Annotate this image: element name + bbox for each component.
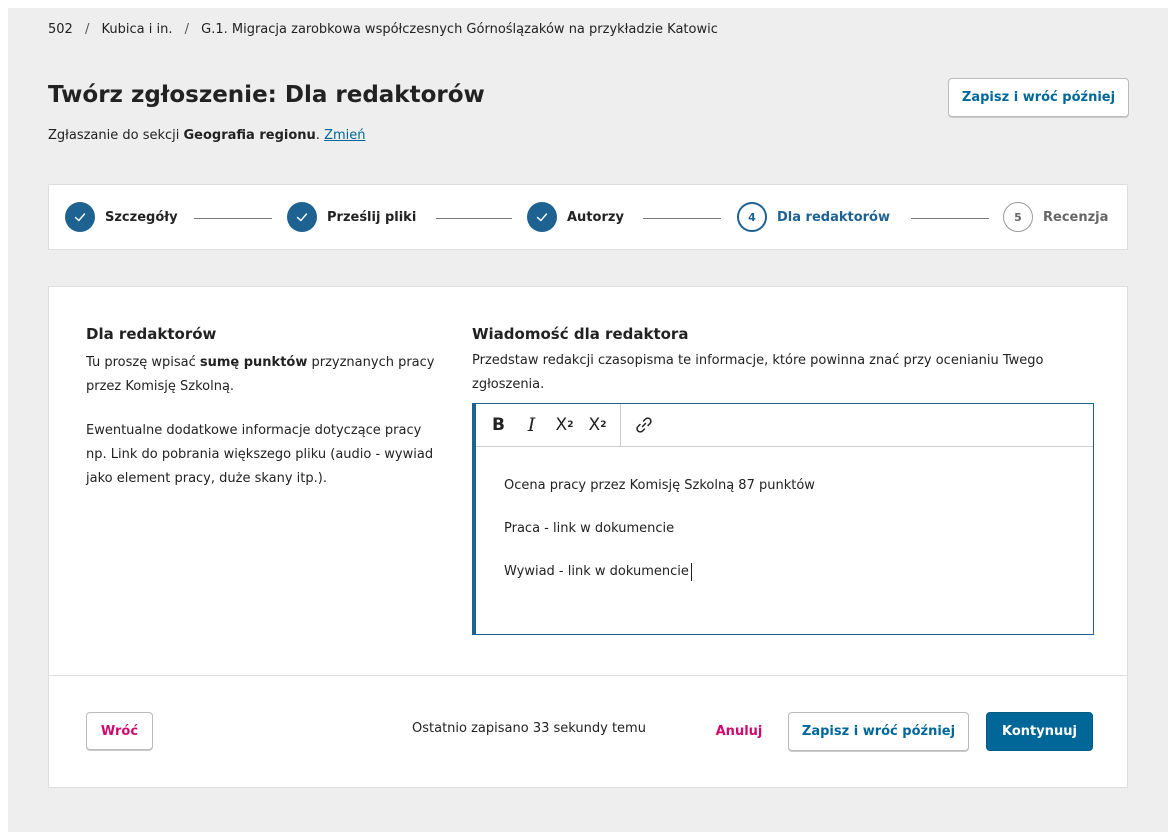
step-label: Recenzja xyxy=(1043,209,1109,225)
text-cursor xyxy=(690,562,692,581)
step-label: Szczegóły xyxy=(105,209,178,225)
editor-line-text: Wywiad - link w dokumencie xyxy=(504,564,689,579)
italic-button[interactable]: I xyxy=(515,409,548,442)
step-for-editors[interactable]: 4 Dla redaktorów xyxy=(737,202,890,232)
link-group xyxy=(621,404,666,446)
subscript-button[interactable]: X2 xyxy=(581,409,614,442)
superscript-mark: 2 xyxy=(567,420,574,430)
breadcrumb: 502 / Kubica i in. / G.1. Migracja zarob… xyxy=(48,22,718,37)
editor-line: Ocena pracy przez Komisję Szkolną 87 pun… xyxy=(504,478,815,493)
breadcrumb-item-title: G.1. Migracja zarobkowa współczesnych Gó… xyxy=(201,22,718,37)
superscript-glyph: X xyxy=(555,415,568,435)
step-check-icon xyxy=(287,202,317,232)
format-group: B I X2 X2 xyxy=(476,404,621,446)
help-text-bold: sumę punktów xyxy=(199,355,308,370)
bold-button[interactable]: B xyxy=(482,409,515,442)
step-review: 5 Recenzja xyxy=(1003,202,1108,232)
section-suffix: . xyxy=(315,128,325,143)
superscript-button[interactable]: X2 xyxy=(548,409,581,442)
message-label: Wiadomość dla redaktora xyxy=(472,325,689,343)
editor-line: Praca - link w dokumencie xyxy=(504,521,675,536)
step-upload-files[interactable]: Prześlij pliki xyxy=(287,202,416,232)
step-label: Dla redaktorów xyxy=(777,209,890,225)
link-icon[interactable] xyxy=(627,409,660,442)
step-number: 4 xyxy=(737,202,767,232)
continue-button[interactable]: Kontynuuj xyxy=(986,712,1093,751)
subscript-glyph: X xyxy=(588,415,601,435)
step-connector xyxy=(194,218,272,219)
section-info: Zgłaszanie do sekcji Geografia regionu. … xyxy=(48,128,365,143)
breadcrumb-separator: / xyxy=(184,22,189,37)
editor-toolbar: B I X2 X2 xyxy=(476,404,1093,447)
breadcrumb-item-authors[interactable]: Kubica i in. xyxy=(102,22,173,37)
section-name: Geografia regionu xyxy=(183,128,316,143)
help-paragraph-extra: Ewentualne dodatkowe informacje dotycząc… xyxy=(86,423,434,486)
subscript-mark: 2 xyxy=(600,420,607,430)
breadcrumb-separator: / xyxy=(84,22,90,37)
step-label: Prześlij pliki xyxy=(327,209,417,225)
page-background: 502 / Kubica i in. / G.1. Migracja zarob… xyxy=(8,8,1168,832)
help-column: Dla redaktorów Tu proszę wpisać sumę pun… xyxy=(86,325,436,511)
breadcrumb-item-id[interactable]: 502 xyxy=(48,22,73,37)
help-text: Tu proszę wpisać xyxy=(86,355,200,370)
editor-content[interactable]: Ocena pracy przez Komisję Szkolną 87 pun… xyxy=(476,447,1093,632)
step-connector xyxy=(911,218,989,219)
step-connector xyxy=(643,218,721,219)
change-section-link[interactable]: Zmień xyxy=(324,128,365,143)
message-description: Przedstaw redakcji czasopisma te informa… xyxy=(472,353,1044,392)
step-details[interactable]: Szczegóły xyxy=(65,202,178,232)
section-prefix: Zgłaszanie do sekcji xyxy=(48,128,184,143)
page-title: Twórz zgłoszenie: Dla redaktorów xyxy=(48,82,485,108)
rich-text-editor[interactable]: B I X2 X2 Ocena pracy przez Komisję Szko… xyxy=(472,403,1094,635)
step-check-icon xyxy=(65,202,95,232)
step-authors[interactable]: Autorzy xyxy=(527,202,624,232)
help-heading: Dla redaktorów xyxy=(86,325,217,343)
help-paragraph-points: Tu proszę wpisać sumę punktów przyznanyc… xyxy=(86,351,436,399)
save-and-return-later-button[interactable]: Zapisz i wróć później xyxy=(948,78,1129,117)
step-connector xyxy=(436,218,512,219)
step-progress: Szczegóły Prześlij pliki Autorzy 4 Dla r… xyxy=(48,184,1128,250)
footer-divider xyxy=(49,675,1127,676)
back-button[interactable]: Wróć xyxy=(86,712,153,750)
cancel-button[interactable]: Anuluj xyxy=(699,712,779,750)
save-and-return-later-button-bottom[interactable]: Zapisz i wróć później xyxy=(788,712,969,751)
step-check-icon xyxy=(527,202,557,232)
form-panel: Dla redaktorów Tu proszę wpisać sumę pun… xyxy=(48,286,1128,788)
message-field: Wiadomość dla redaktora Przedstaw redakc… xyxy=(472,325,1094,635)
last-saved-status: Ostatnio zapisano 33 sekundy temu xyxy=(412,721,646,736)
step-number: 5 xyxy=(1003,202,1033,232)
editor-line-last: Wywiad - link w dokumencie xyxy=(504,561,1065,583)
step-label: Autorzy xyxy=(567,209,624,225)
